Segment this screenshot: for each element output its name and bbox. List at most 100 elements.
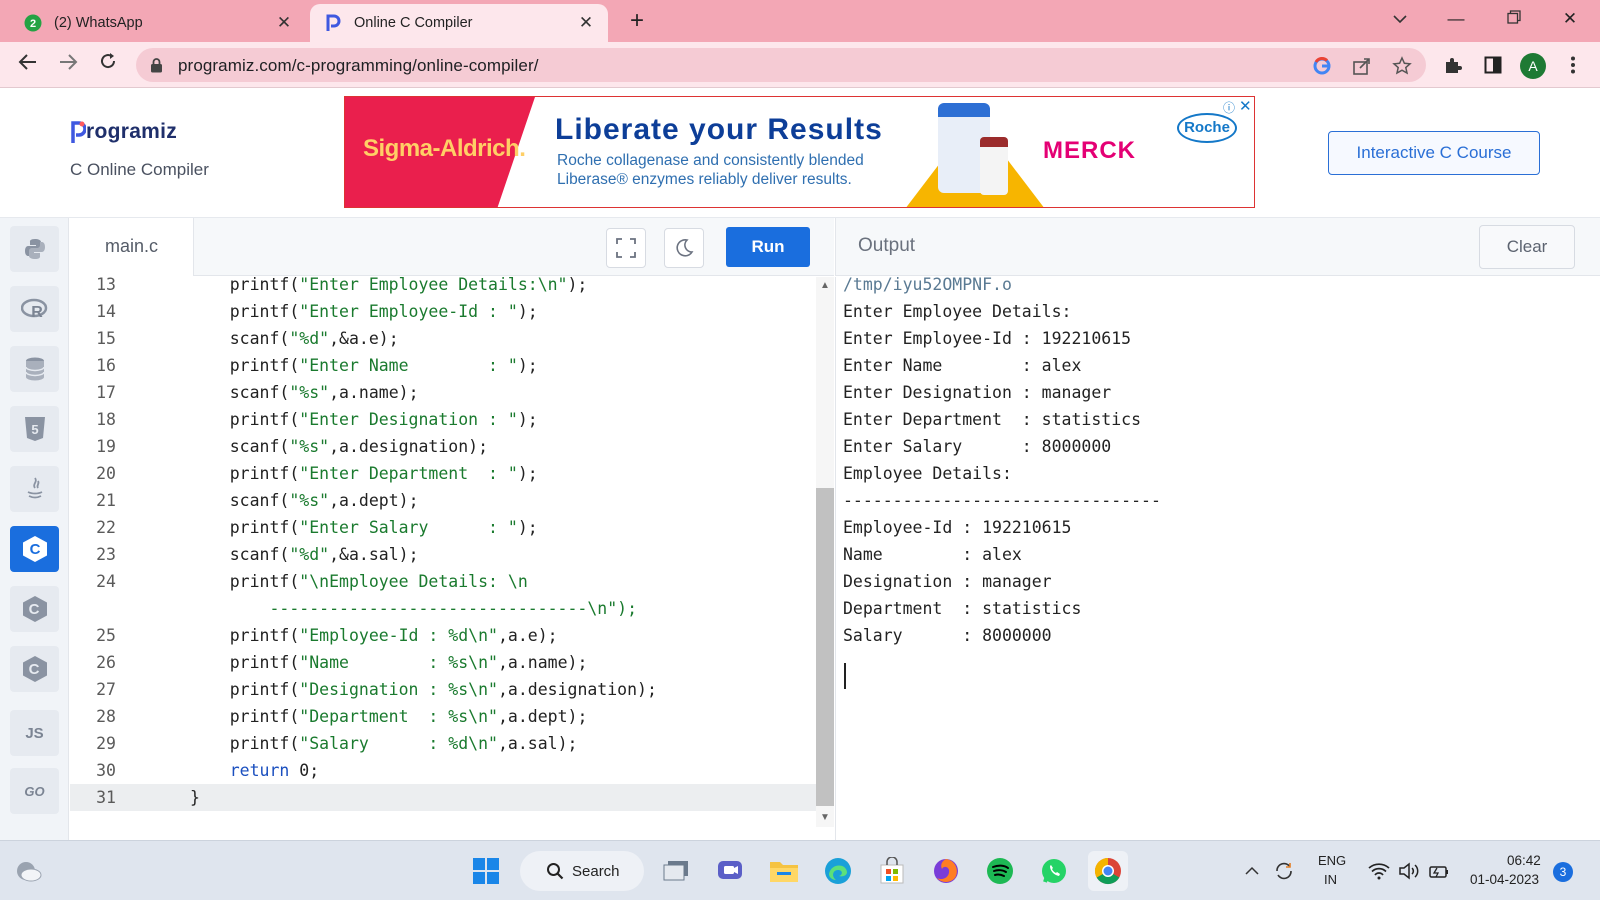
tray-overflow-chevron-icon[interactable] [1240, 851, 1264, 891]
notification-badge[interactable]: 3 [1553, 862, 1573, 882]
code-line[interactable]: 26 printf("Name : %s\n",a.name); [70, 649, 818, 676]
teams-chat-icon[interactable] [710, 851, 750, 891]
spotify-icon[interactable] [980, 851, 1020, 891]
bookmark-star-icon[interactable] [1390, 54, 1414, 78]
share-icon[interactable] [1350, 54, 1374, 78]
editor-scrollbar-thumb[interactable] [816, 488, 834, 806]
code-line[interactable]: 28 printf("Department : %s\n",a.dept); [70, 703, 818, 730]
sidebar-item-js[interactable]: JS [10, 710, 59, 756]
close-window-button[interactable]: ✕ [1550, 4, 1590, 34]
battery-icon[interactable] [1426, 851, 1452, 891]
scroll-up-arrow-icon[interactable]: ▲ [820, 280, 830, 291]
code-line[interactable]: 22 printf("Enter Salary : "); [70, 514, 818, 541]
ad-info-icon[interactable]: ⓘ [1223, 99, 1235, 116]
file-tab-main-c[interactable]: main.c [70, 218, 194, 276]
fullscreen-button[interactable] [606, 228, 646, 268]
input-language[interactable]: ENG [1318, 853, 1346, 868]
wifi-icon[interactable] [1366, 851, 1392, 891]
minimize-button[interactable]: — [1436, 4, 1476, 34]
code-text: printf("Enter Salary : "); [190, 518, 538, 537]
code-line[interactable]: 17 scanf("%s",a.name); [70, 379, 818, 406]
volume-icon[interactable] [1396, 851, 1422, 891]
code-text: printf("Enter Designation : "); [190, 410, 538, 429]
tab-search-chevron-icon[interactable] [1380, 4, 1420, 34]
weather-widget-icon[interactable] [8, 851, 48, 891]
ad-text-line: Liberase® enzymes reliably deliver resul… [557, 171, 852, 188]
profile-avatar[interactable]: A [1520, 53, 1546, 79]
sync-icon[interactable] [1270, 851, 1298, 891]
run-button[interactable]: Run [726, 227, 810, 267]
code-line[interactable]: 20 printf("Enter Department : "); [70, 460, 818, 487]
code-line[interactable]: 18 printf("Enter Designation : "); [70, 406, 818, 433]
tab-online-c-compiler[interactable]: Online C Compiler ✕ [310, 4, 608, 42]
advertisement-banner[interactable]: Sigma-Aldrich. Liberate your Results Roc… [344, 96, 1255, 208]
forward-button[interactable] [52, 50, 84, 82]
code-editor[interactable]: 13 printf("Enter Employee Details:\n"); 1… [70, 277, 818, 840]
code-text: printf("Enter Department : "); [190, 464, 538, 483]
clear-button[interactable]: Clear [1479, 225, 1575, 269]
code-line[interactable]: 16 printf("Enter Name : "); [70, 352, 818, 379]
code-text: return 0; [229, 761, 320, 780]
address-bar[interactable]: programiz.com/c-programming/online-compi… [136, 48, 1426, 82]
code-line[interactable]: 23 scanf("%d",&a.sal); [70, 541, 818, 568]
sidebar-item-html[interactable]: 5 [10, 406, 59, 452]
sidebar-item-go[interactable]: GO [10, 768, 59, 814]
input-region[interactable]: IN [1324, 872, 1337, 887]
new-tab-button[interactable]: + [622, 7, 652, 37]
tab-title: (2) WhatsApp [54, 15, 143, 31]
dark-mode-button[interactable] [664, 228, 704, 268]
output-console[interactable]: /tmp/iyu52OMPNF.o Enter Employee Details:… [835, 275, 1600, 840]
code-line[interactable]: 13 printf("Enter Employee Details:\n"); [70, 277, 818, 298]
clock-date[interactable]: 01-04-2023 [1470, 872, 1539, 887]
code-line[interactable]: 31} [70, 784, 818, 811]
extensions-puzzle-icon[interactable] [1440, 52, 1466, 78]
microsoft-store-icon[interactable] [872, 851, 912, 891]
close-icon[interactable]: ✕ [270, 13, 298, 33]
sidebar-item-sql[interactable] [10, 346, 59, 392]
sidebar-item-java[interactable] [10, 466, 59, 512]
code-line[interactable]: 30 return 0; [70, 757, 818, 784]
scroll-down-arrow-icon[interactable]: ▼ [820, 812, 830, 823]
code-line[interactable]: 19 scanf("%s",a.designation); [70, 433, 818, 460]
sidebar-item-cpp[interactable]: C [10, 586, 59, 632]
code-line[interactable]: --------------------------------\n"); [70, 595, 818, 622]
task-view-icon[interactable] [656, 851, 696, 891]
back-button[interactable] [12, 50, 44, 82]
interactive-course-button[interactable]: Interactive C Course [1328, 131, 1540, 175]
firefox-icon[interactable] [926, 851, 966, 891]
code-line[interactable]: 21 scanf("%s",a.dept); [70, 487, 818, 514]
url-text[interactable]: programiz.com/c-programming/online-compi… [178, 56, 539, 76]
close-icon[interactable]: ✕ [572, 13, 600, 33]
sidebar-item-csharp[interactable]: C [10, 646, 59, 692]
sidebar-item-r[interactable]: R [10, 286, 59, 332]
side-panel-icon[interactable] [1480, 52, 1506, 78]
output-line: Enter Designation : manager [843, 383, 1112, 402]
google-icon[interactable] [1310, 54, 1334, 78]
restore-button[interactable] [1494, 4, 1534, 34]
line-number: 23 [96, 545, 116, 564]
sidebar-item-c[interactable]: C [10, 526, 59, 572]
reload-button[interactable] [92, 50, 124, 82]
edge-browser-icon[interactable] [818, 851, 858, 891]
code-line[interactable]: 29 printf("Salary : %d\n",a.sal); [70, 730, 818, 757]
output-line: Salary : 8000000 [843, 626, 1052, 645]
clock-time[interactable]: 06:42 [1507, 853, 1541, 868]
programiz-logo[interactable]: rogramiz [70, 120, 177, 144]
file-explorer-icon[interactable] [764, 851, 804, 891]
line-number: 14 [96, 302, 116, 321]
more-menu-icon[interactable] [1560, 52, 1586, 78]
chrome-icon[interactable] [1088, 851, 1128, 891]
taskbar-search[interactable]: Search [520, 851, 644, 891]
tab-whatsapp[interactable]: 2 (2) WhatsApp ✕ [10, 4, 306, 42]
code-line[interactable]: 24 printf("\nEmployee Details: \n [70, 568, 818, 595]
sidebar-item-python[interactable] [10, 226, 59, 272]
code-line[interactable]: 27 printf("Designation : %s\n",a.designa… [70, 676, 818, 703]
code-line[interactable]: 25 printf("Employee-Id : %d\n",a.e); [70, 622, 818, 649]
windows-start-icon[interactable] [466, 851, 506, 891]
code-line[interactable]: 15 scanf("%d",&a.e); [70, 325, 818, 352]
whatsapp-taskbar-icon[interactable] [1034, 851, 1074, 891]
code-text: scanf("%s",a.dept); [190, 491, 419, 510]
lock-icon[interactable] [150, 58, 163, 78]
ad-close-icon[interactable]: ✕ [1239, 97, 1252, 115]
code-line[interactable]: 14 printf("Enter Employee-Id : "); [70, 298, 818, 325]
